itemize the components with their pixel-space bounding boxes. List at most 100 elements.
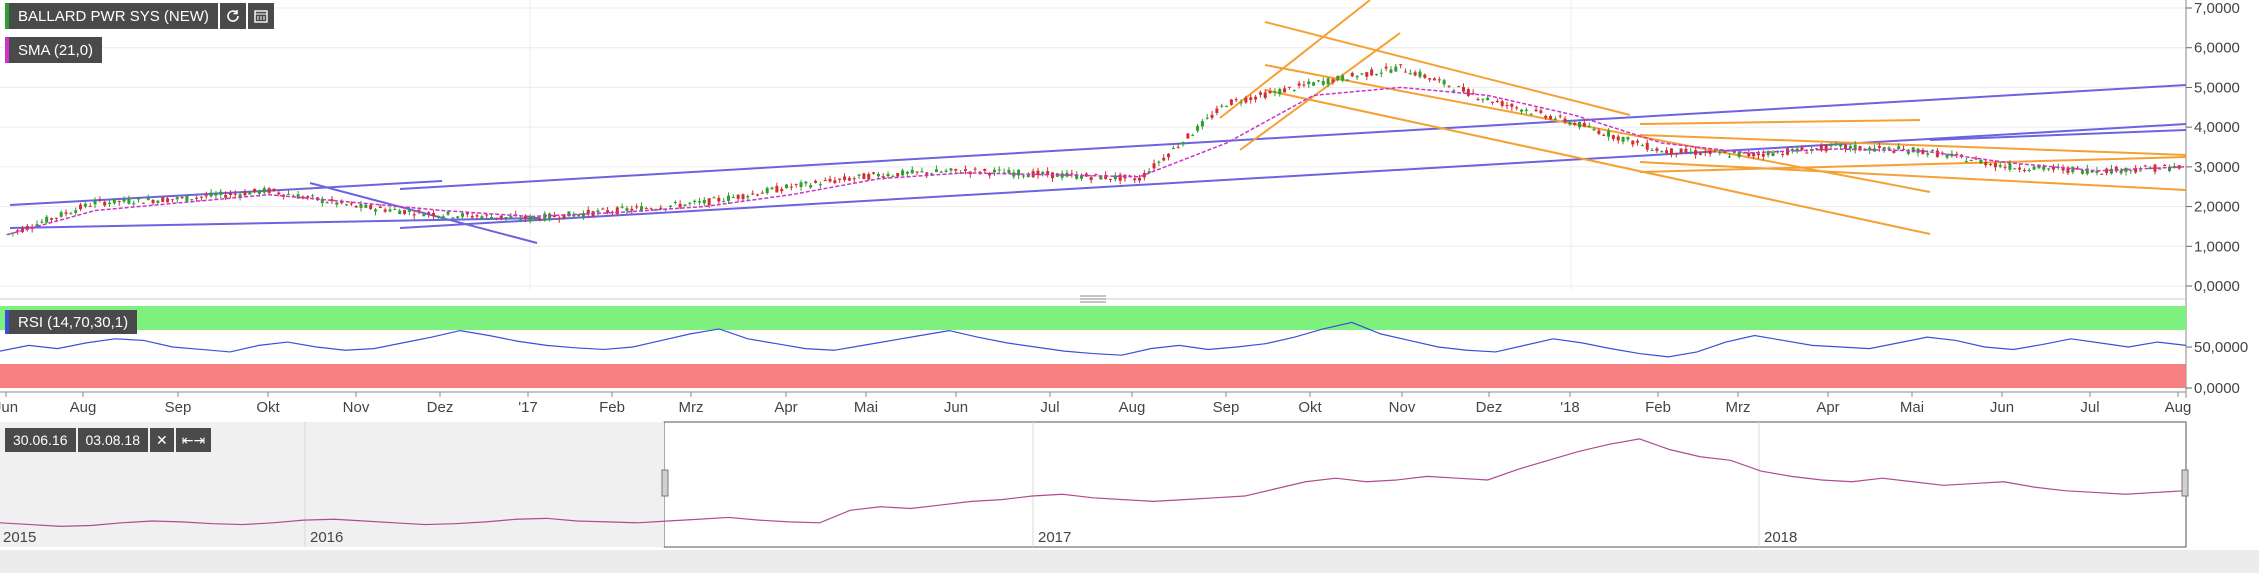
candle-body [1200,121,1204,127]
candle-body [596,210,600,213]
rsi-tick-label: 50,0000 [2194,339,2248,356]
candle-body [794,183,798,185]
candle-body [1689,151,1693,153]
scrollbar[interactable] [0,550,2259,573]
candle-body [369,205,373,210]
candle-body [1007,169,1011,174]
candle-body [103,201,107,206]
candle-body [412,214,416,216]
candle-body [441,216,445,218]
rsi-axis: 0,0000 50,0000 [2186,339,2248,397]
candle-body [683,204,687,207]
candle-body [1544,115,1548,118]
candle-body [1824,145,1828,152]
candle-body [1520,109,1524,112]
time-tick-label: Feb [1645,399,1671,416]
candle-body [765,187,769,194]
instrument-tag[interactable]: BALLARD PWR SYS (NEW) [5,3,274,29]
close-icon[interactable]: ✕ [150,428,174,452]
candle-body [79,204,83,210]
candle-body [1452,90,1456,92]
candle-body [905,171,909,174]
candle-body [1491,101,1495,103]
navigator-tick-label: 2015 [3,529,36,546]
candle-body [1640,145,1644,147]
candle-body [112,198,116,204]
candle-body [364,204,368,208]
candle-body [1331,79,1335,83]
candle-body [1756,153,1760,156]
candle-body [1287,86,1291,88]
candle-body [1457,86,1461,88]
pane-resize-handle[interactable] [1080,295,1106,303]
candle-body [1374,74,1378,76]
refresh-icon[interactable] [219,3,246,29]
candle-body [1476,98,1480,100]
candle-body [461,213,465,217]
candle-body [1660,151,1664,153]
candle-body [141,202,145,204]
candle-body [465,212,469,215]
candle-body [88,206,92,208]
candle-body [253,188,257,192]
navigator-tick-label: 2016 [310,529,343,546]
candle-body [891,175,895,177]
candle-body [509,216,513,219]
candle-body [1592,129,1596,131]
candle-body [1418,71,1422,77]
candle-body [228,193,232,195]
candle-body [630,208,634,211]
candle-body [997,169,1001,171]
candle-body [756,194,760,196]
candle-body [635,206,639,208]
candle-body [378,206,382,208]
rsi-tag[interactable]: RSI (14,70,30,1) [5,310,138,334]
candle-body [335,202,339,205]
candle-body [944,170,948,172]
candle-body [1834,144,1838,146]
time-tick-label: Jun [1990,399,2014,416]
candle-body [1408,73,1412,75]
candle-body [195,197,199,199]
sma-tag[interactable]: SMA (21,0) [5,37,103,63]
candle-body [1099,176,1103,180]
candle-body [867,174,871,180]
navigator-tick-label: 2017 [1038,529,1071,546]
candle-body [490,217,494,220]
candle-body [83,203,87,207]
rsi-overbought-band [0,306,2186,330]
navigator-pane[interactable]: 2015 2016 2017 2018 [0,421,2259,548]
candle-body [1998,164,2002,167]
candle-body [98,199,102,201]
candle-body [436,215,440,218]
candle-body [1089,177,1093,181]
candle-body [688,202,692,204]
candle-body [190,199,194,201]
range-from[interactable]: 30.06.16 [5,428,76,452]
candle-body [267,188,271,193]
candle-body [1529,113,1533,115]
candle-body [1428,78,1432,80]
candle-body [417,209,421,211]
time-tick-label: Okt [256,399,280,416]
candle-body [1839,144,1843,147]
candle-body [1621,137,1625,142]
candle-body [533,217,537,220]
candle-body [451,217,455,219]
candle-body [286,193,290,195]
range-to[interactable]: 03.08.18 [77,428,148,452]
candle-body [480,216,484,220]
candle-body [146,197,150,200]
candle-body [1041,171,1045,175]
candle-body [1234,99,1238,101]
candle-body [1771,152,1775,157]
navigator-handle-left[interactable] [661,469,669,497]
time-tick-label: Sep [1213,399,1240,416]
candle-body [446,211,450,215]
expand-icon[interactable]: ⇤⇥ [175,428,212,452]
calendar-icon[interactable] [247,3,274,29]
range-selector[interactable]: 30.06.16 03.08.18 ✕ ⇤⇥ [5,428,213,452]
candle-body [1534,109,1538,112]
candle-body [1848,145,1852,149]
navigator-handle-right[interactable] [2181,469,2189,497]
